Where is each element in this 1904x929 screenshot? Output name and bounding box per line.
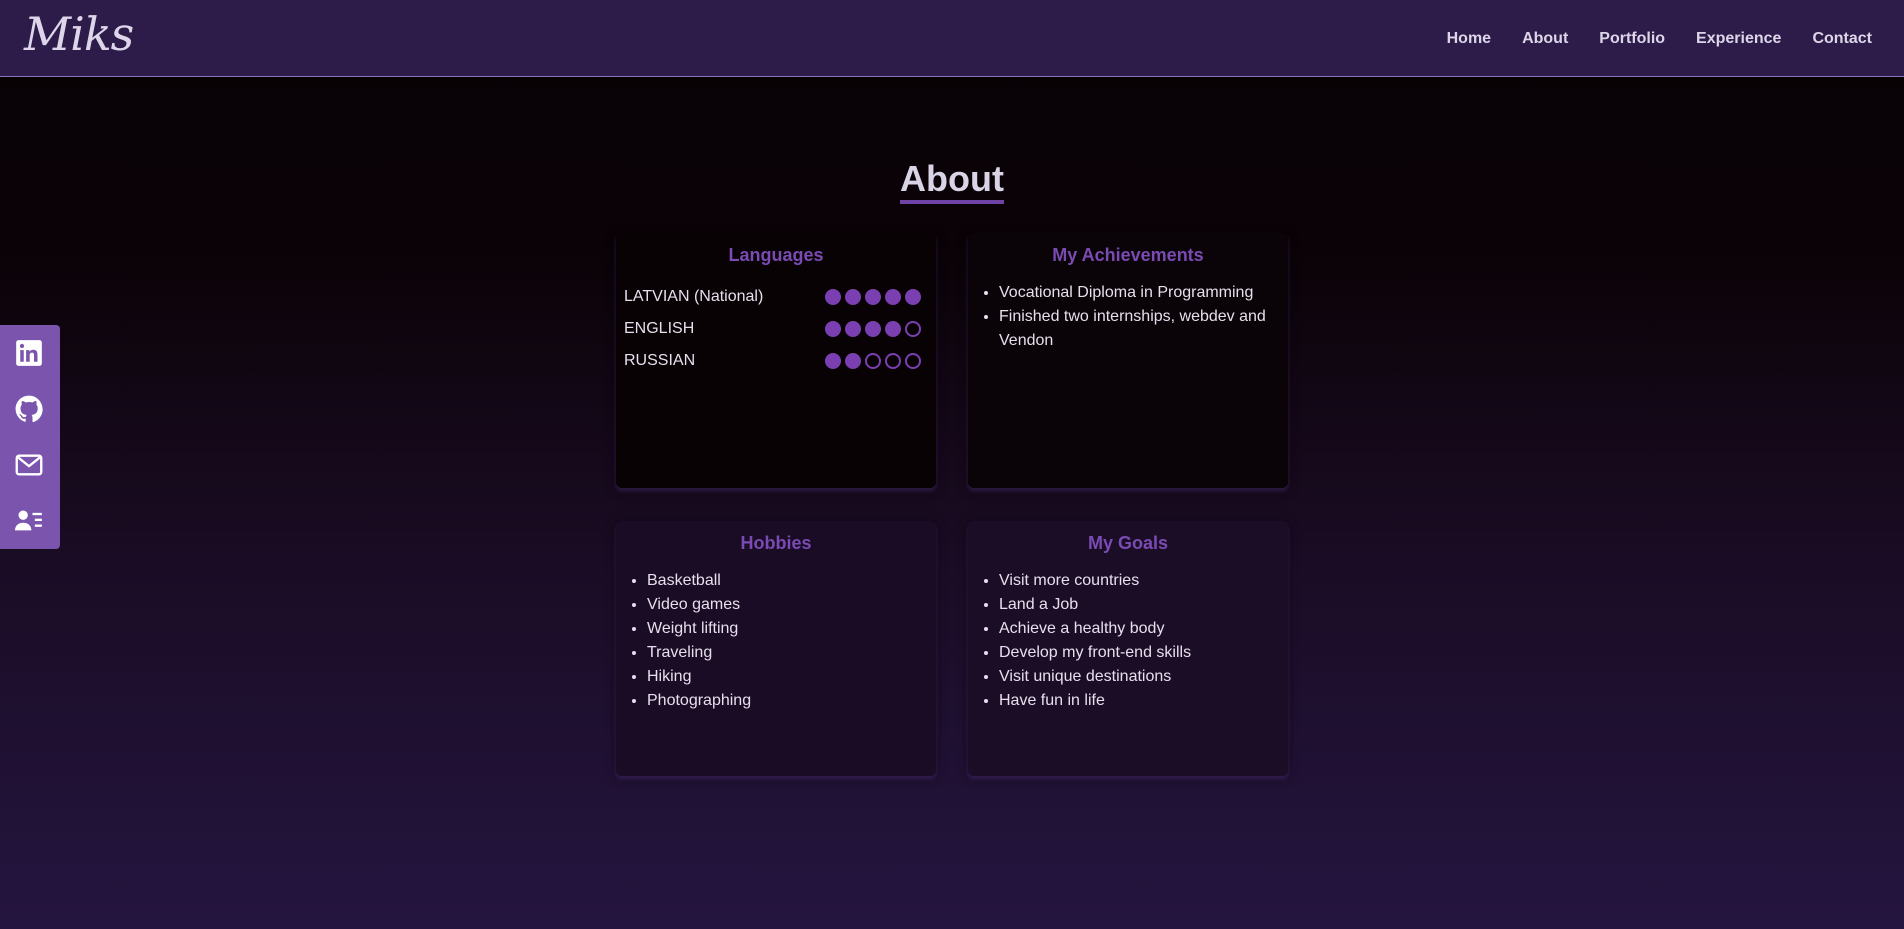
level-dot-filled xyxy=(885,289,901,305)
goals-list: Visit more countries Land a Job Achieve … xyxy=(976,569,1280,713)
navbar: Miks Home About Portfolio Experience Con… xyxy=(0,0,1904,77)
level-dot-filled xyxy=(885,321,901,337)
hobbies-card: Hobbies Basketball Video games Weight li… xyxy=(616,521,936,776)
nav-link-portfolio[interactable]: Portfolio xyxy=(1599,30,1665,48)
language-name: ENGLISH xyxy=(624,320,695,337)
level-dot-filled xyxy=(825,321,841,337)
level-dot-empty xyxy=(905,353,921,369)
section-title-wrapper: About xyxy=(0,158,1904,204)
level-dot-filled xyxy=(845,289,861,305)
level-dot-filled xyxy=(825,353,841,369)
list-item: Video games xyxy=(647,593,928,617)
level-dot-empty xyxy=(865,353,881,369)
list-item: Visit more countries xyxy=(999,569,1280,593)
language-name: LATVIAN (National) xyxy=(624,288,764,305)
level-dot-filled xyxy=(825,289,841,305)
list-item: Hiking xyxy=(647,665,928,689)
hobbies-title: Hobbies xyxy=(740,533,812,553)
contact-card-icon[interactable] xyxy=(15,507,43,535)
linkedin-icon[interactable] xyxy=(15,339,43,367)
list-item: Basketball xyxy=(647,569,928,593)
language-row: LATVIAN (National) xyxy=(624,281,928,313)
nav-link-home[interactable]: Home xyxy=(1447,30,1491,48)
social-sidebar xyxy=(0,325,60,549)
list-item: Land a Job xyxy=(999,593,1280,617)
list-item: Have fun in life xyxy=(999,689,1280,713)
level-dot-filled xyxy=(905,289,921,305)
language-level-dots xyxy=(825,321,921,337)
nav-link-experience[interactable]: Experience xyxy=(1696,30,1781,48)
hobbies-list: Basketball Video games Weight lifting Tr… xyxy=(624,569,928,713)
languages-list: LATVIAN (National) ENGLISH RUSSIAN xyxy=(624,281,928,377)
language-level-dots xyxy=(825,353,921,369)
language-level-dots xyxy=(825,289,921,305)
list-item: Weight lifting xyxy=(647,617,928,641)
logo[interactable]: Miks xyxy=(24,4,134,64)
goals-title: My Goals xyxy=(1087,533,1169,553)
nav-link-about[interactable]: About xyxy=(1522,30,1568,48)
level-dot-filled xyxy=(865,289,881,305)
list-item: Finished two internships, webdev and Ven… xyxy=(999,305,1280,353)
languages-card: Languages LATVIAN (National) ENGLISH RUSSI… xyxy=(616,233,936,488)
goals-card: My Goals Visit more countries Land a Job… xyxy=(968,521,1288,776)
achievements-list: Vocational Diploma in Programming Finish… xyxy=(976,281,1280,353)
languages-title: Languages xyxy=(728,245,824,265)
level-dot-filled xyxy=(845,321,861,337)
level-dot-empty xyxy=(905,321,921,337)
language-name: RUSSIAN xyxy=(624,352,696,369)
github-icon[interactable] xyxy=(15,395,43,423)
nav-links: Home About Portfolio Experience Contact xyxy=(1416,0,1872,77)
language-row: ENGLISH xyxy=(624,313,928,345)
list-item: Visit unique destinations xyxy=(999,665,1280,689)
list-item: Traveling xyxy=(647,641,928,665)
list-item: Achieve a healthy body xyxy=(999,617,1280,641)
level-dot-filled xyxy=(865,321,881,337)
nav-link-contact[interactable]: Contact xyxy=(1812,30,1872,48)
achievements-title: My Achievements xyxy=(1052,245,1204,265)
level-dot-empty xyxy=(885,353,901,369)
list-item: Vocational Diploma in Programming xyxy=(999,281,1280,305)
section-title: About xyxy=(900,158,1004,204)
list-item: Develop my front-end skills xyxy=(999,641,1280,665)
achievements-card: My Achievements Vocational Diploma in Pr… xyxy=(968,233,1288,488)
list-item: Photographing xyxy=(647,689,928,713)
mail-icon[interactable] xyxy=(15,451,43,479)
level-dot-filled xyxy=(845,353,861,369)
language-row: RUSSIAN xyxy=(624,345,928,377)
